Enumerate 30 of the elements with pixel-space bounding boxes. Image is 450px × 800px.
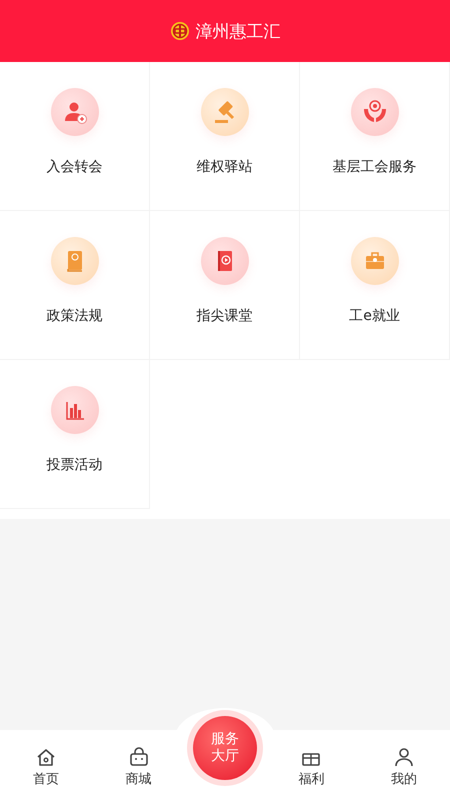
- service-label: 指尖课堂: [196, 307, 252, 325]
- service-label: 政策法规: [46, 307, 102, 325]
- hands-emblem-icon: [350, 88, 398, 136]
- service-tile[interactable]: 指尖课堂: [150, 211, 300, 360]
- tab-item[interactable]: 首页: [0, 730, 92, 800]
- home-icon: [35, 746, 58, 768]
- video-book-icon: [200, 237, 248, 285]
- app-title: 漳州惠工汇: [196, 20, 280, 42]
- service-label: 基层工会服务: [332, 158, 416, 176]
- person-icon: [392, 746, 415, 768]
- briefcase-icon: [350, 237, 398, 285]
- tab-item[interactable]: 商城: [92, 730, 185, 800]
- gavel-icon: [200, 88, 248, 136]
- union-logo-icon: [170, 21, 190, 41]
- service-label: 维权驿站: [196, 158, 252, 176]
- service-tile[interactable]: 政策法规: [0, 211, 150, 360]
- service-tile[interactable]: 投票活动: [0, 360, 150, 509]
- service-label: 入会转会: [46, 158, 102, 176]
- book-icon: [50, 237, 98, 285]
- shopping-bag-icon: [128, 746, 150, 768]
- service-tile[interactable]: 基层工会服务: [300, 62, 450, 211]
- service-label: 投票活动: [46, 456, 102, 474]
- tab-item[interactable]: 福利: [265, 730, 358, 800]
- person-add-icon: [50, 88, 98, 136]
- service-label: 工e就业: [349, 307, 400, 325]
- service-tile[interactable]: 维权驿站: [150, 62, 300, 211]
- bar-chart-icon: [50, 386, 98, 434]
- service-tile[interactable]: 入会转会: [0, 62, 150, 211]
- tab-item[interactable]: 我的: [358, 730, 450, 800]
- service-tile[interactable]: 工e就业: [300, 211, 450, 360]
